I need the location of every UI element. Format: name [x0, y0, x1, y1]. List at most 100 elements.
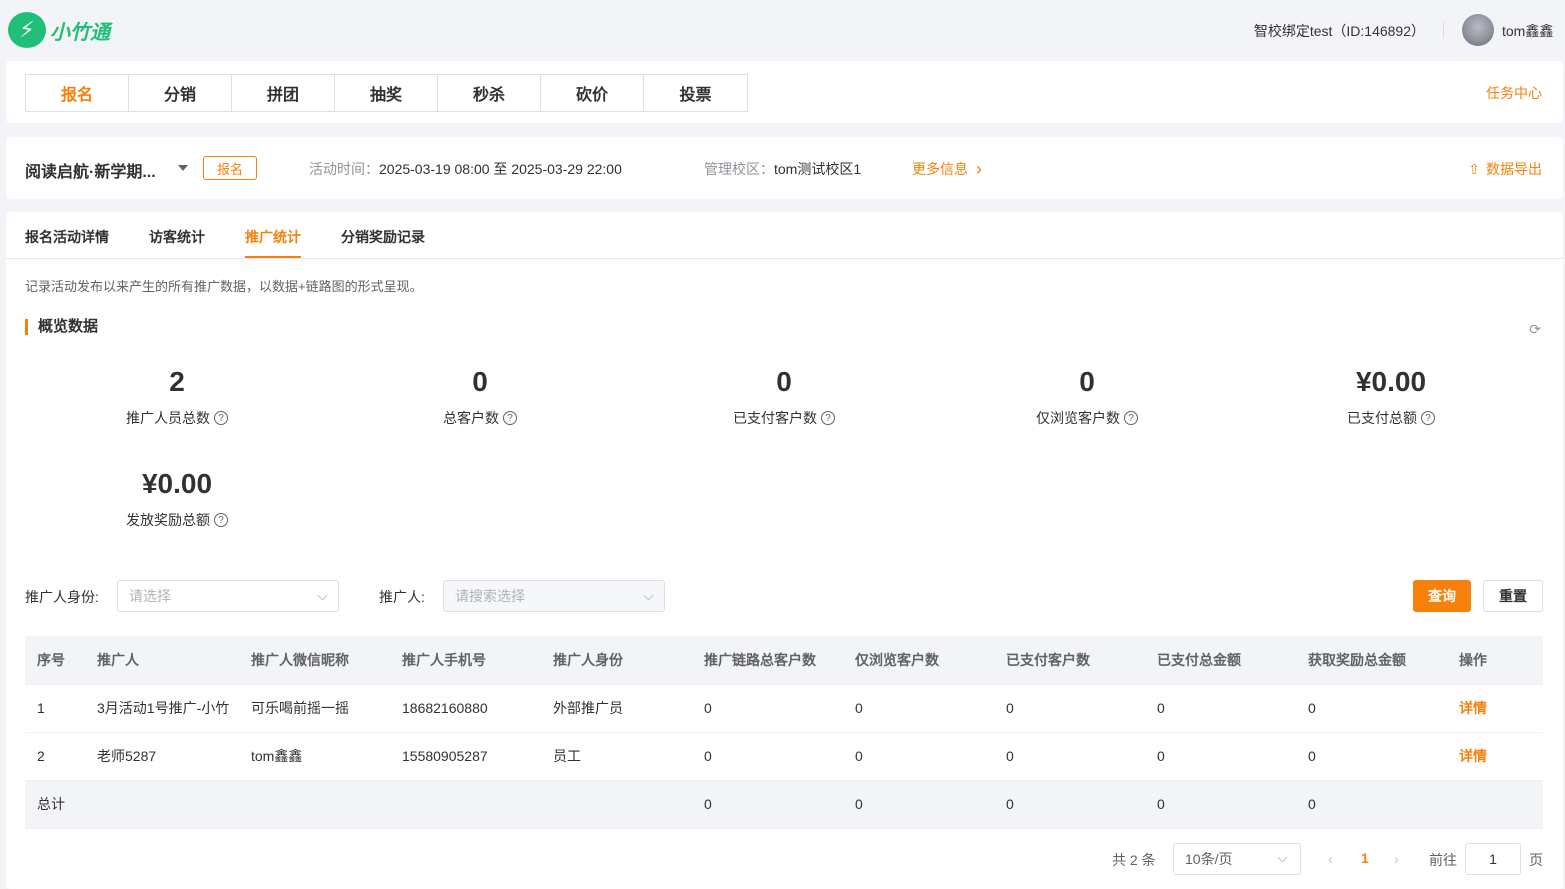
tab-distribution-rewards[interactable]: 分销奖励记录 — [341, 227, 425, 247]
tab-signup-details[interactable]: 报名活动详情 — [25, 227, 109, 247]
cell-nickname: tom鑫鑫 — [239, 732, 390, 781]
page-number-current[interactable]: 1 — [1361, 850, 1369, 866]
more-info-link[interactable]: 更多信息 › — [912, 159, 982, 179]
tab-distribution[interactable]: 分销 — [129, 75, 232, 111]
cell-total-paid-amount: 0 — [1145, 780, 1296, 829]
col-wechat-nickname: 推广人微信昵称 — [239, 636, 390, 685]
module-tabs: 报名 分销 拼团 抽奖 秒杀 砍价 投票 — [25, 74, 748, 112]
col-actions: 操作 — [1447, 636, 1543, 685]
stat-paid-customers: 0 已支付客户数? — [684, 366, 884, 428]
tab-signup[interactable]: 报名 — [26, 75, 129, 111]
page-size-value: 10条/页 — [1185, 851, 1233, 867]
cell-phone: 18682160880 — [390, 684, 541, 733]
stat-label: 推广人员总数 — [126, 410, 210, 426]
cell-reward-amount: 0 — [1296, 684, 1447, 733]
logo-text: 小竹通 — [50, 21, 110, 44]
prev-page-icon[interactable]: ‹ — [1328, 851, 1333, 867]
stat-label: 总客户数 — [443, 410, 499, 426]
cell-index: 1 — [25, 684, 85, 733]
stat-label: 发放奖励总额 — [126, 512, 210, 528]
identity-placeholder: 请选择 — [129, 588, 171, 604]
page-size-select[interactable]: 10条/页 — [1173, 843, 1301, 875]
cell-total-browse-only: 0 — [843, 780, 994, 829]
cell-identity: 外部推广员 — [541, 684, 692, 733]
app-logo[interactable]: ⚡ 小竹通 — [8, 12, 110, 48]
stat-value: ¥0.00 — [1355, 366, 1427, 397]
stat-promoters-total: 2 推广人员总数? — [77, 366, 277, 428]
cell-total-actions — [1447, 780, 1543, 829]
cell-total-label: 总计 — [25, 780, 692, 829]
next-page-icon[interactable]: › — [1394, 851, 1399, 867]
table-header-row: 序号 推广人 推广人微信昵称 推广人手机号 推广人身份 推广链路总客户数 仅浏览… — [25, 636, 1543, 685]
goto-page-input[interactable]: 1 — [1465, 843, 1521, 875]
activity-name[interactable]: 阅读启航·新学期... — [25, 158, 156, 182]
sub-tabs: 报名活动详情 访客统计 推广统计 分销奖励记录 — [6, 212, 1563, 259]
stat-value: 0 — [1079, 366, 1095, 397]
upload-icon: ⇧ — [1468, 160, 1480, 177]
help-icon[interactable]: ? — [821, 411, 835, 425]
tab-group-buy[interactable]: 拼团 — [232, 75, 335, 111]
tab-bargain[interactable]: 砍价 — [541, 75, 644, 111]
cell-chain-customers: 0 — [692, 732, 843, 781]
identity-select[interactable]: 请选择 — [117, 580, 339, 612]
help-icon[interactable]: ? — [214, 513, 228, 527]
chevron-right-icon: › — [976, 159, 982, 179]
details-link[interactable]: 详情 — [1459, 748, 1487, 764]
module-tabs-card: 报名 分销 拼团 抽奖 秒杀 砍价 投票 任务中心 — [6, 61, 1563, 123]
col-phone: 推广人手机号 — [390, 636, 541, 685]
cell-browse-only: 0 — [843, 684, 994, 733]
col-browse-only: 仅浏览客户数 — [843, 636, 994, 685]
avatar[interactable] — [1462, 14, 1494, 46]
col-index: 序号 — [25, 636, 85, 685]
username[interactable]: tom鑫鑫 — [1502, 21, 1553, 41]
cell-total-chain-customers: 0 — [692, 780, 843, 829]
promotion-stats-card: 报名活动详情 访客统计 推广统计 分销奖励记录 记录活动发布以来产生的所有推广数… — [6, 212, 1563, 889]
col-chain-customers: 推广链路总客户数 — [692, 636, 843, 685]
activity-time-label: 活动时间： — [309, 161, 379, 177]
query-button[interactable]: 查询 — [1413, 580, 1471, 612]
activity-info-card: 阅读启航·新学期... 报名 活动时间： 2025-03-19 08:00 至 … — [6, 137, 1563, 199]
promoters-table: 序号 推广人 推广人微信昵称 推广人手机号 推广人身份 推广链路总客户数 仅浏览… — [25, 636, 1543, 829]
cell-total-paid-customers: 0 — [994, 780, 1145, 829]
cell-identity: 员工 — [541, 732, 692, 781]
stat-browse-only-customers: 0 仅浏览客户数? — [987, 366, 1187, 428]
cell-paid-amount: 0 — [1145, 684, 1296, 733]
active-tab-indicator — [245, 256, 301, 258]
tab-flash-sale[interactable]: 秒杀 — [438, 75, 541, 111]
export-data-button[interactable]: ⇧ 数据导出 — [1468, 159, 1542, 179]
refresh-icon[interactable]: ⟳ — [1529, 321, 1541, 338]
task-center-link[interactable]: 任务中心 — [1486, 83, 1542, 103]
top-bar: ⚡ 小竹通 智校绑定test（ID:146892） tom鑫鑫 — [0, 0, 1565, 60]
cell-promoter: 3月活动1号推广-小竹 — [85, 684, 239, 733]
tab-visitor-stats[interactable]: 访客统计 — [149, 227, 205, 247]
tab-lottery[interactable]: 抽奖 — [335, 75, 438, 111]
help-icon[interactable]: ? — [1124, 411, 1138, 425]
stat-rewards-amount: ¥0.00 发放奖励总额? — [77, 468, 277, 530]
campus-label: 管理校区： — [704, 161, 774, 177]
cell-paid-customers: 0 — [994, 732, 1145, 781]
stat-value: 0 — [472, 366, 488, 397]
cell-browse-only: 0 — [843, 732, 994, 781]
help-icon[interactable]: ? — [503, 411, 517, 425]
caret-down-icon[interactable] — [178, 165, 188, 171]
tab-promotion-stats[interactable]: 推广统计 — [245, 227, 301, 247]
col-paid-amount: 已支付总金额 — [1145, 636, 1296, 685]
table-row: 1 3月活动1号推广-小竹 可乐喝前摇一摇 18682160880 外部推广员 … — [25, 684, 1543, 733]
stat-label: 仅浏览客户数 — [1036, 410, 1120, 426]
table-total-row: 总计 0 0 0 0 0 — [25, 780, 1543, 829]
cell-reward-amount: 0 — [1296, 732, 1447, 781]
details-link[interactable]: 详情 — [1459, 700, 1487, 716]
col-identity: 推广人身份 — [541, 636, 692, 685]
stat-value: ¥0.00 — [141, 468, 213, 499]
tab-vote[interactable]: 投票 — [644, 75, 747, 111]
pagination-total: 共 2 条 — [1112, 852, 1156, 868]
help-icon[interactable]: ? — [1421, 411, 1435, 425]
stat-customers-total: 0 总客户数? — [380, 366, 580, 428]
help-icon[interactable]: ? — [214, 411, 228, 425]
promoter-select[interactable]: 请搜索选择 — [443, 580, 665, 612]
divider — [1443, 22, 1444, 38]
reset-button[interactable]: 重置 — [1483, 580, 1543, 612]
page-description: 记录活动发布以来产生的所有推广数据，以数据+链路图的形式呈现。 — [25, 279, 423, 294]
identity-filter-label: 推广人身份: — [25, 589, 99, 605]
page-suffix: 页 — [1529, 852, 1543, 868]
